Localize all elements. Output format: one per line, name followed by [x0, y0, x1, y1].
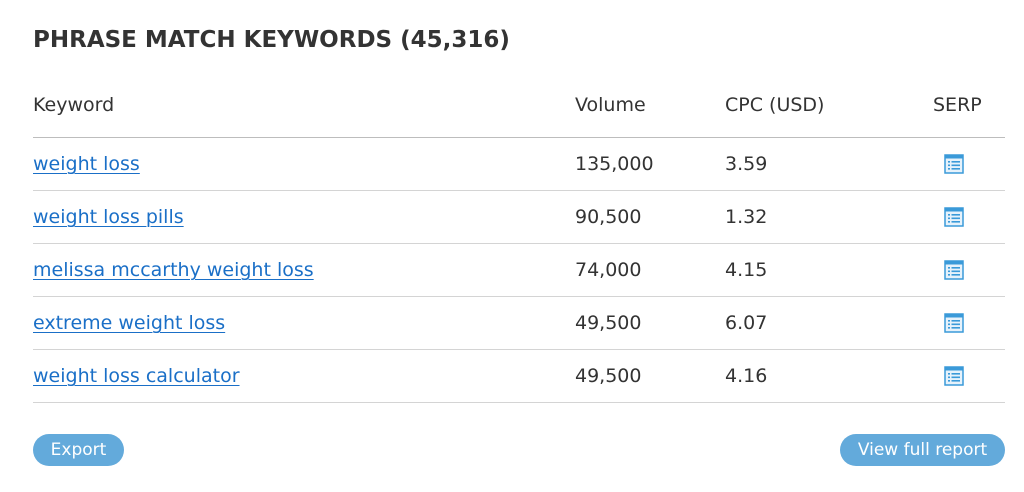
widget-title: PHRASE MATCH KEYWORDS (45,316)	[33, 27, 510, 53]
keyword-link[interactable]: extreme weight loss	[33, 312, 225, 334]
column-header-volume: Volume	[575, 94, 646, 116]
volume-value: 49,500	[575, 312, 642, 334]
widget-footer: Export View full report	[33, 434, 1005, 466]
table-row: weight loss calculator 49,500 4.16	[33, 350, 1005, 403]
export-button[interactable]: Export	[33, 434, 124, 466]
volume-value: 49,500	[575, 365, 642, 387]
cpc-value: 3.59	[725, 153, 768, 175]
keyword-link[interactable]: weight loss	[33, 153, 140, 175]
keyword-link[interactable]: weight loss pills	[33, 206, 184, 228]
column-header-keyword: Keyword	[33, 94, 115, 116]
table-row: weight loss pills 90,500 1.32	[33, 191, 1005, 244]
keywords-table: Keyword Volume CPC (USD) SERP weight los…	[33, 84, 1005, 403]
view-full-report-button[interactable]: View full report	[840, 434, 1005, 466]
volume-value: 74,000	[575, 259, 642, 281]
table-header: Keyword Volume CPC (USD) SERP	[33, 84, 1005, 138]
keyword-link[interactable]: weight loss calculator	[33, 365, 240, 387]
serp-list-icon[interactable]	[944, 260, 964, 280]
phrase-match-widget: PHRASE MATCH KEYWORDS (45,316) Keyword V…	[33, 0, 1005, 492]
table-row: extreme weight loss 49,500 6.07	[33, 297, 1005, 350]
serp-list-icon[interactable]	[944, 313, 964, 333]
serp-list-icon[interactable]	[944, 207, 964, 227]
volume-value: 90,500	[575, 206, 642, 228]
serp-list-icon[interactable]	[944, 154, 964, 174]
column-header-cpc: CPC (USD)	[725, 94, 825, 116]
cpc-value: 6.07	[725, 312, 768, 334]
column-header-serp: SERP	[933, 94, 982, 116]
keyword-link[interactable]: melissa mccarthy weight loss	[33, 259, 314, 281]
volume-value: 135,000	[575, 153, 654, 175]
serp-list-icon[interactable]	[944, 366, 964, 386]
table-row: weight loss 135,000 3.59	[33, 138, 1005, 191]
cpc-value: 4.15	[725, 259, 768, 281]
cpc-value: 4.16	[725, 365, 768, 387]
table-row: melissa mccarthy weight loss 74,000 4.15	[33, 244, 1005, 297]
cpc-value: 1.32	[725, 206, 768, 228]
